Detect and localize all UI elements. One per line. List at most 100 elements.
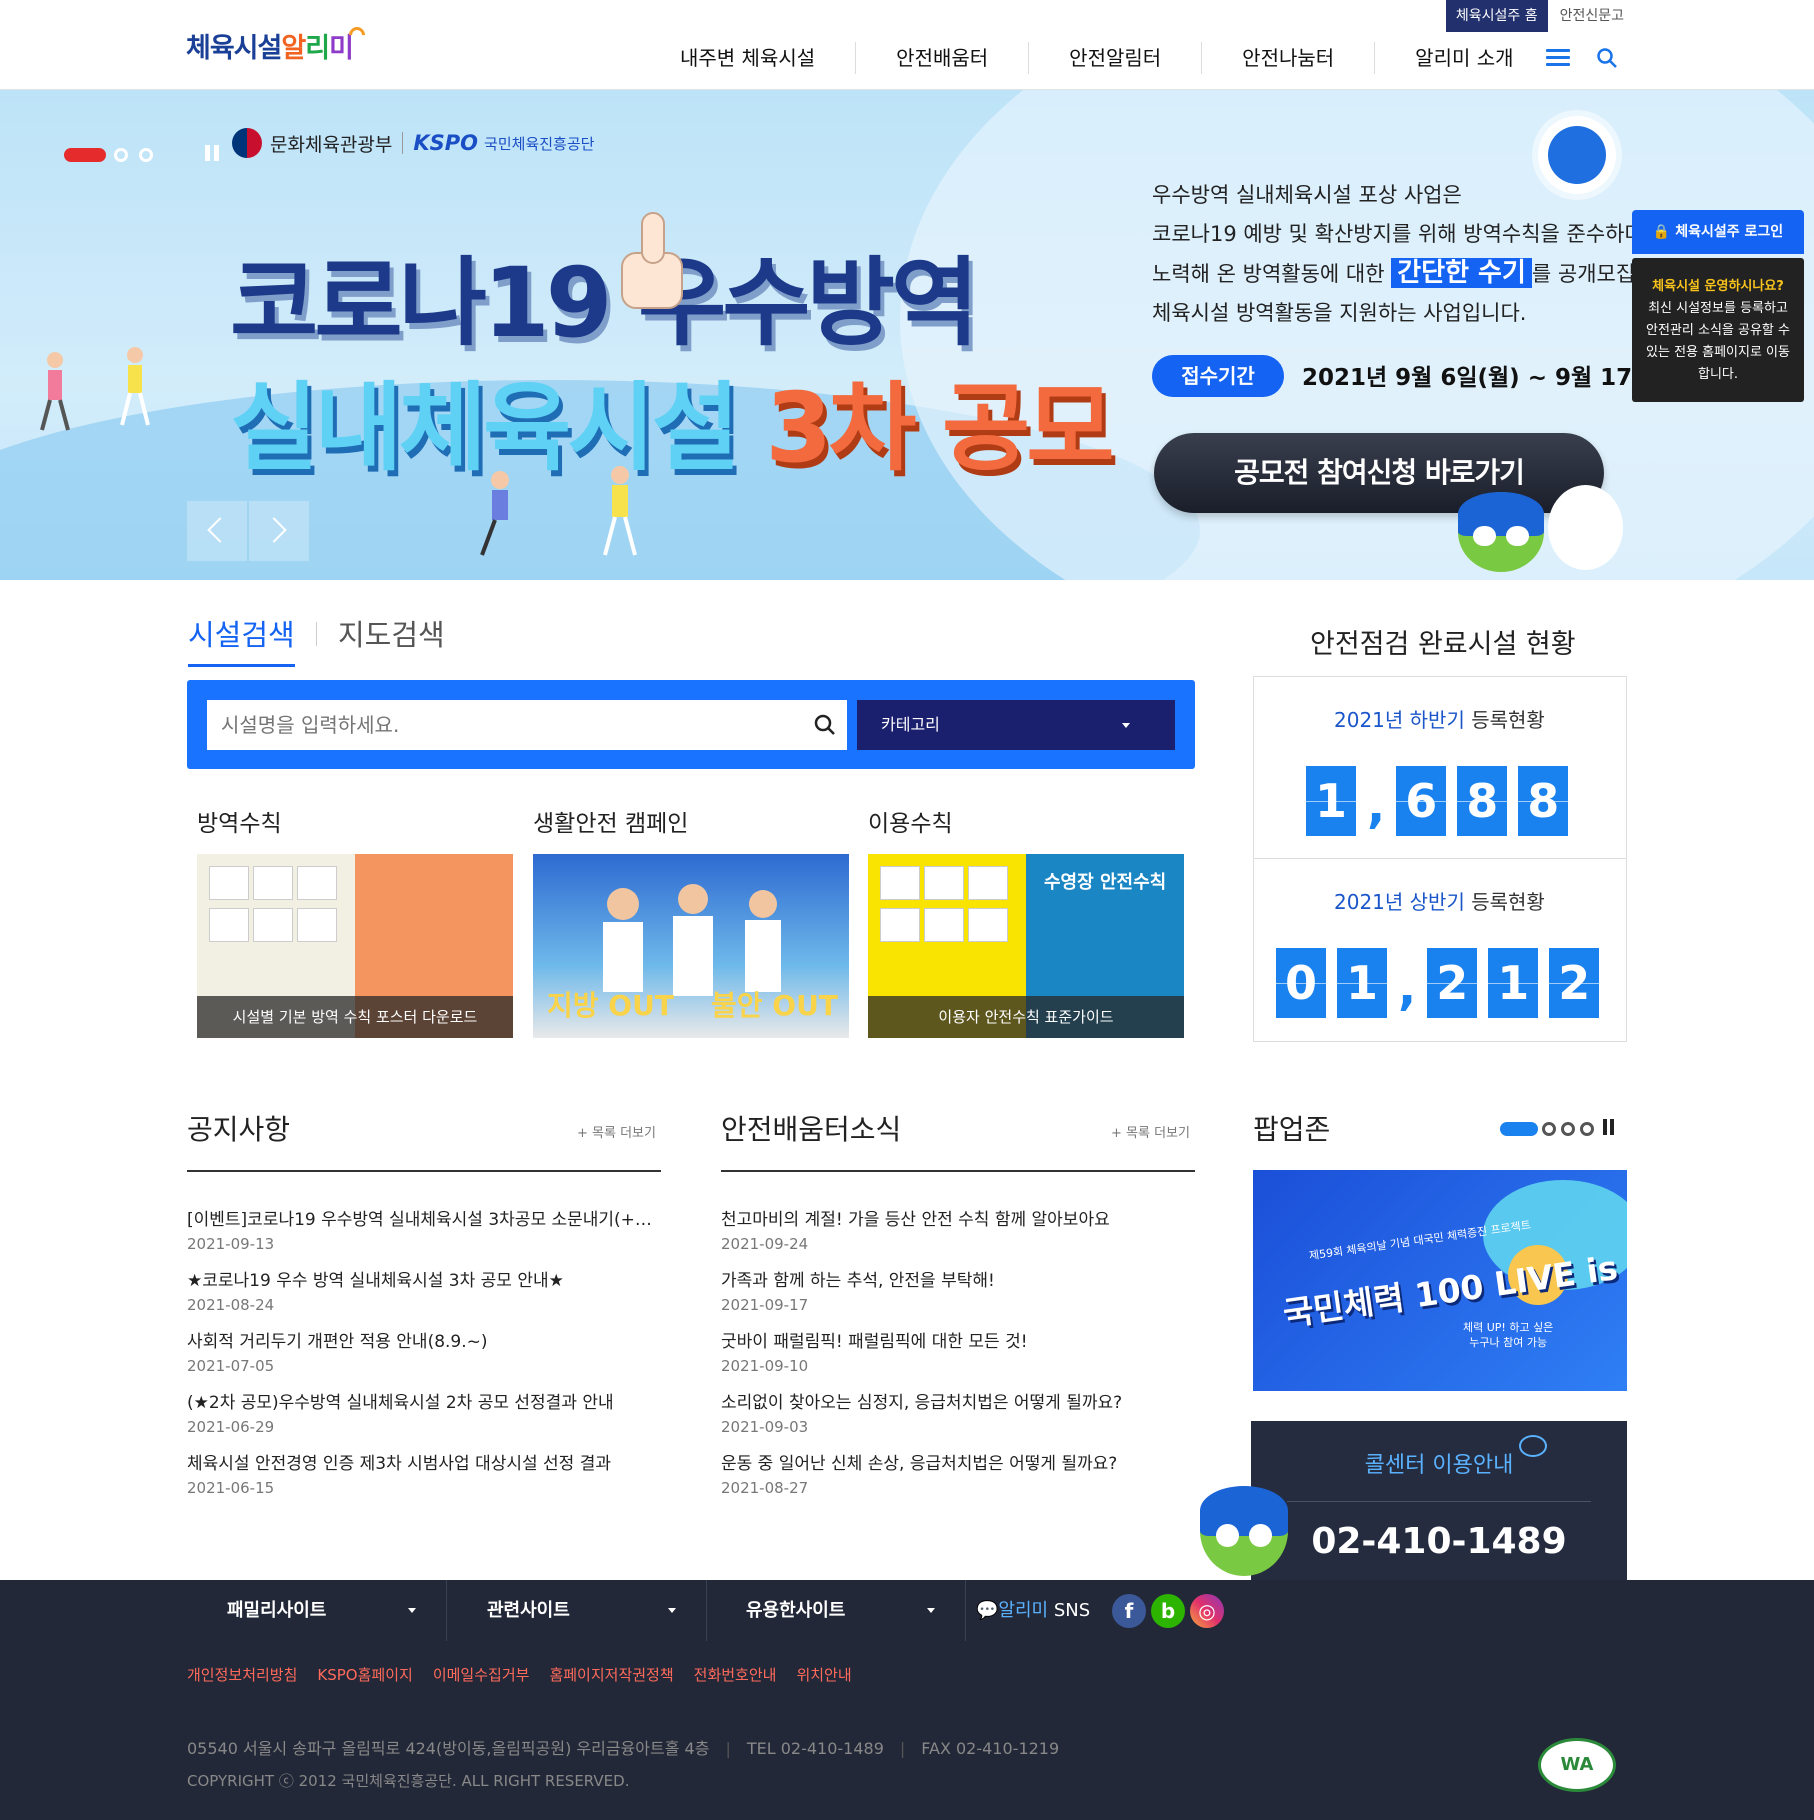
stats-h1-year: 2021년 상반기 [1334, 890, 1465, 914]
tel-text: TEL 02-410-1489 [746, 1739, 884, 1758]
safety-news-more-link[interactable]: + 목록 더보기 [1111, 1122, 1190, 1141]
blog-icon[interactable]: b [1151, 1594, 1185, 1628]
notice-item[interactable]: 사회적 거리두기 개편안 적용 안내(8.9.~) 2021-07-05 [187, 1327, 661, 1375]
related-site-select[interactable]: 관련사이트 [447, 1580, 707, 1641]
footer-link-kspo[interactable]: KSPO홈페이지 [317, 1666, 432, 1684]
category-title: 이용수칙 [868, 811, 953, 837]
period-badge: 접수기간 [1152, 355, 1284, 397]
logo-char-al: 알 [281, 33, 306, 64]
taegeuk-icon [232, 128, 262, 158]
slide-dot[interactable] [139, 148, 153, 162]
instagram-icon[interactable]: ◎ [1190, 1594, 1224, 1628]
site-logo[interactable]: 체육시설알리미 [186, 23, 369, 65]
popup-dot-active[interactable] [1500, 1122, 1538, 1136]
chevron-left-icon [207, 517, 233, 543]
banner-headline-1: 코로나19 우수방역 [230, 247, 979, 359]
nav-item-nearby-facility[interactable]: 내주변 체육시설 [655, 42, 855, 74]
stats-h2-year: 2021년 하반기 [1334, 708, 1465, 732]
useful-site-select[interactable]: 유용한사이트 [706, 1580, 966, 1641]
news-item-title: 굿바이 패럴림픽! 패럴림픽에 대한 모든 것! [721, 1332, 1028, 1352]
call-center-title: 콜센터 이용안내 [1364, 1453, 1514, 1478]
nav-item-safety-learning[interactable]: 안전배움터 [855, 42, 1028, 74]
quarantine-rules-card[interactable]: 시설별 기본 방역 수칙 포스터 다운로드 [197, 854, 513, 1038]
notice-item-date: 2021-08-24 [187, 1296, 275, 1314]
search-icon[interactable] [1596, 47, 1618, 69]
select-label: 패밀리사이트 [227, 1600, 327, 1621]
search-icon[interactable] [812, 712, 838, 738]
news-item[interactable]: 가족과 함께 하는 추석, 안전을 부탁해! 2021-09-17 [721, 1266, 1195, 1314]
notice-item-date: 2021-06-29 [187, 1418, 275, 1436]
stats-title: 안전점검 완료시설 현황 [1310, 629, 1576, 660]
popup-dot[interactable] [1580, 1122, 1594, 1136]
counter-comma: , [1367, 778, 1386, 834]
facebook-icon[interactable]: f [1112, 1594, 1146, 1628]
news-item-title: 운동 중 일어난 신체 손상, 응급처치법은 어떻게 될까요? [721, 1454, 1118, 1474]
notice-item[interactable]: [이벤트]코로나19 우수방역 실내체육시설 3차공모 소문내기(+… 2021-… [187, 1205, 661, 1253]
stats-h1-label: 2021년 상반기 등록현황 [1334, 886, 1545, 915]
pause-icon[interactable] [1603, 1119, 1617, 1139]
news-item[interactable]: 소리없이 찾아오는 심정지, 응급처치법은 어떻게 될까요? 2021-09-03 [721, 1388, 1195, 1436]
popup-banner[interactable]: 제59회 체육의날 기념 대국민 체력증진 프로젝트 국민체력 100 LIVE… [1253, 1170, 1627, 1391]
nav-item-safety-notice[interactable]: 안전알림터 [1028, 42, 1201, 74]
hamburger-menu-icon[interactable] [1546, 49, 1570, 67]
rabbit-mascot [1548, 485, 1623, 570]
slide-dot[interactable] [114, 148, 128, 162]
popup-dot[interactable] [1561, 1122, 1575, 1136]
logo-text: 체육시설 [186, 33, 282, 64]
news-item-date: 2021-09-24 [721, 1235, 809, 1253]
slide-prev-button[interactable] [187, 501, 247, 561]
counter-comma: , [1398, 960, 1417, 1016]
owner-home-link[interactable]: 체육시설주 홈 [1445, 0, 1548, 32]
news-item[interactable]: 운동 중 일어난 신체 손상, 응급처치법은 어떻게 될까요? 2021-08-2… [721, 1449, 1195, 1497]
counter-digit: 8 [1457, 766, 1508, 836]
runners-illustration [480, 466, 637, 556]
pause-icon[interactable] [205, 145, 223, 163]
stats-h1-suffix: 등록현황 [1464, 890, 1545, 914]
kspo-logo: KSPO [413, 131, 479, 155]
news-item-date: 2021-09-03 [721, 1418, 809, 1436]
popup-banner-side-line: 누구나 참여 가능 [1469, 1336, 1548, 1349]
nav-item-safety-sharing[interactable]: 안전나눔터 [1201, 42, 1374, 74]
news-item[interactable]: 천고마비의 계절! 가을 등산 안전 수칙 함께 알아보아요 2021-09-24 [721, 1205, 1195, 1253]
category-title: 방역수칙 [197, 811, 282, 837]
notice-item-date: 2021-07-05 [187, 1357, 275, 1375]
safety-report-link[interactable]: 안전신문고 [1548, 0, 1624, 32]
card-caption: 이용자 안전수칙 표준가이드 [868, 996, 1184, 1038]
logo-divider [402, 132, 404, 154]
slide-dot-active[interactable] [64, 148, 106, 162]
caret-down-icon [668, 1608, 676, 1613]
footer-link-privacy[interactable]: 개인정보처리방침 [187, 1666, 317, 1684]
banner-headline-2b: 3차 공모 [765, 372, 1114, 484]
tab-facility-search[interactable]: 시설검색 [188, 612, 295, 667]
search-panel: 카테고리 [187, 680, 1195, 769]
usage-rules-card[interactable]: 수영장 안전수칙 이용자 안전수칙 표준가이드 [868, 854, 1184, 1038]
tab-map-search[interactable]: 지도검색 [338, 612, 445, 654]
counter-digit: 1 [1488, 948, 1539, 1018]
news-item[interactable]: 굿바이 패럴림픽! 패럴림픽에 대한 모든 것! 2021-09-10 [721, 1327, 1195, 1375]
footer-link-copyright-policy[interactable]: 홈페이지저작권정책 [549, 1666, 693, 1684]
popup-dot[interactable] [1542, 1122, 1556, 1136]
owner-login-button[interactable]: 🔒 체육시설주 로그인 [1632, 210, 1804, 254]
notice-item[interactable]: ★코로나19 우수 방역 실내체육시설 3차 공모 안내★ 2021-08-24 [187, 1266, 661, 1314]
footer-link-phone-info[interactable]: 전화번호안내 [694, 1666, 797, 1684]
footer-link-location[interactable]: 위치안내 [796, 1666, 871, 1684]
slide-next-button[interactable] [249, 501, 309, 561]
footer-link-email-refuse[interactable]: 이메일수집거부 [433, 1666, 550, 1684]
logo-char-ri: 리 [305, 33, 330, 64]
counter-digit: 8 [1518, 766, 1569, 836]
notice-item[interactable]: (★2차 공모)우수방역 실내체육시설 2차 공모 선정결과 안내 2021-06… [187, 1388, 661, 1436]
campaign-video-card[interactable]: 지방 OUT 불안 OUT [533, 854, 849, 1038]
caret-down-icon [408, 1608, 416, 1613]
family-site-select[interactable]: 패밀리사이트 [187, 1580, 447, 1641]
counter-digit: 2 [1549, 948, 1600, 1018]
news-item-date: 2021-09-10 [721, 1357, 809, 1375]
notice-item[interactable]: 체육시설 안전경영 인증 제3차 시범사업 대상시설 선정 결과 2021-06-… [187, 1449, 661, 1497]
call-center-panel: 콜센터 이용안내 02-410-1489 [1251, 1421, 1627, 1593]
nav-item-about[interactable]: 알리미 소개 [1374, 42, 1553, 74]
main-nav: 내주변 체육시설 안전배움터 안전알림터 안전나눔터 알리미 소개 [655, 42, 1554, 74]
popup-banner-side: 체력 UP! 하고 싶은 누구나 참여 가능 [1463, 1320, 1553, 1350]
card-caption: 시설별 기본 방역 수칙 포스터 다운로드 [197, 996, 513, 1038]
category-select[interactable]: 카테고리 [857, 700, 1175, 750]
notice-more-link[interactable]: + 목록 더보기 [577, 1122, 656, 1141]
search-input[interactable] [207, 700, 847, 750]
